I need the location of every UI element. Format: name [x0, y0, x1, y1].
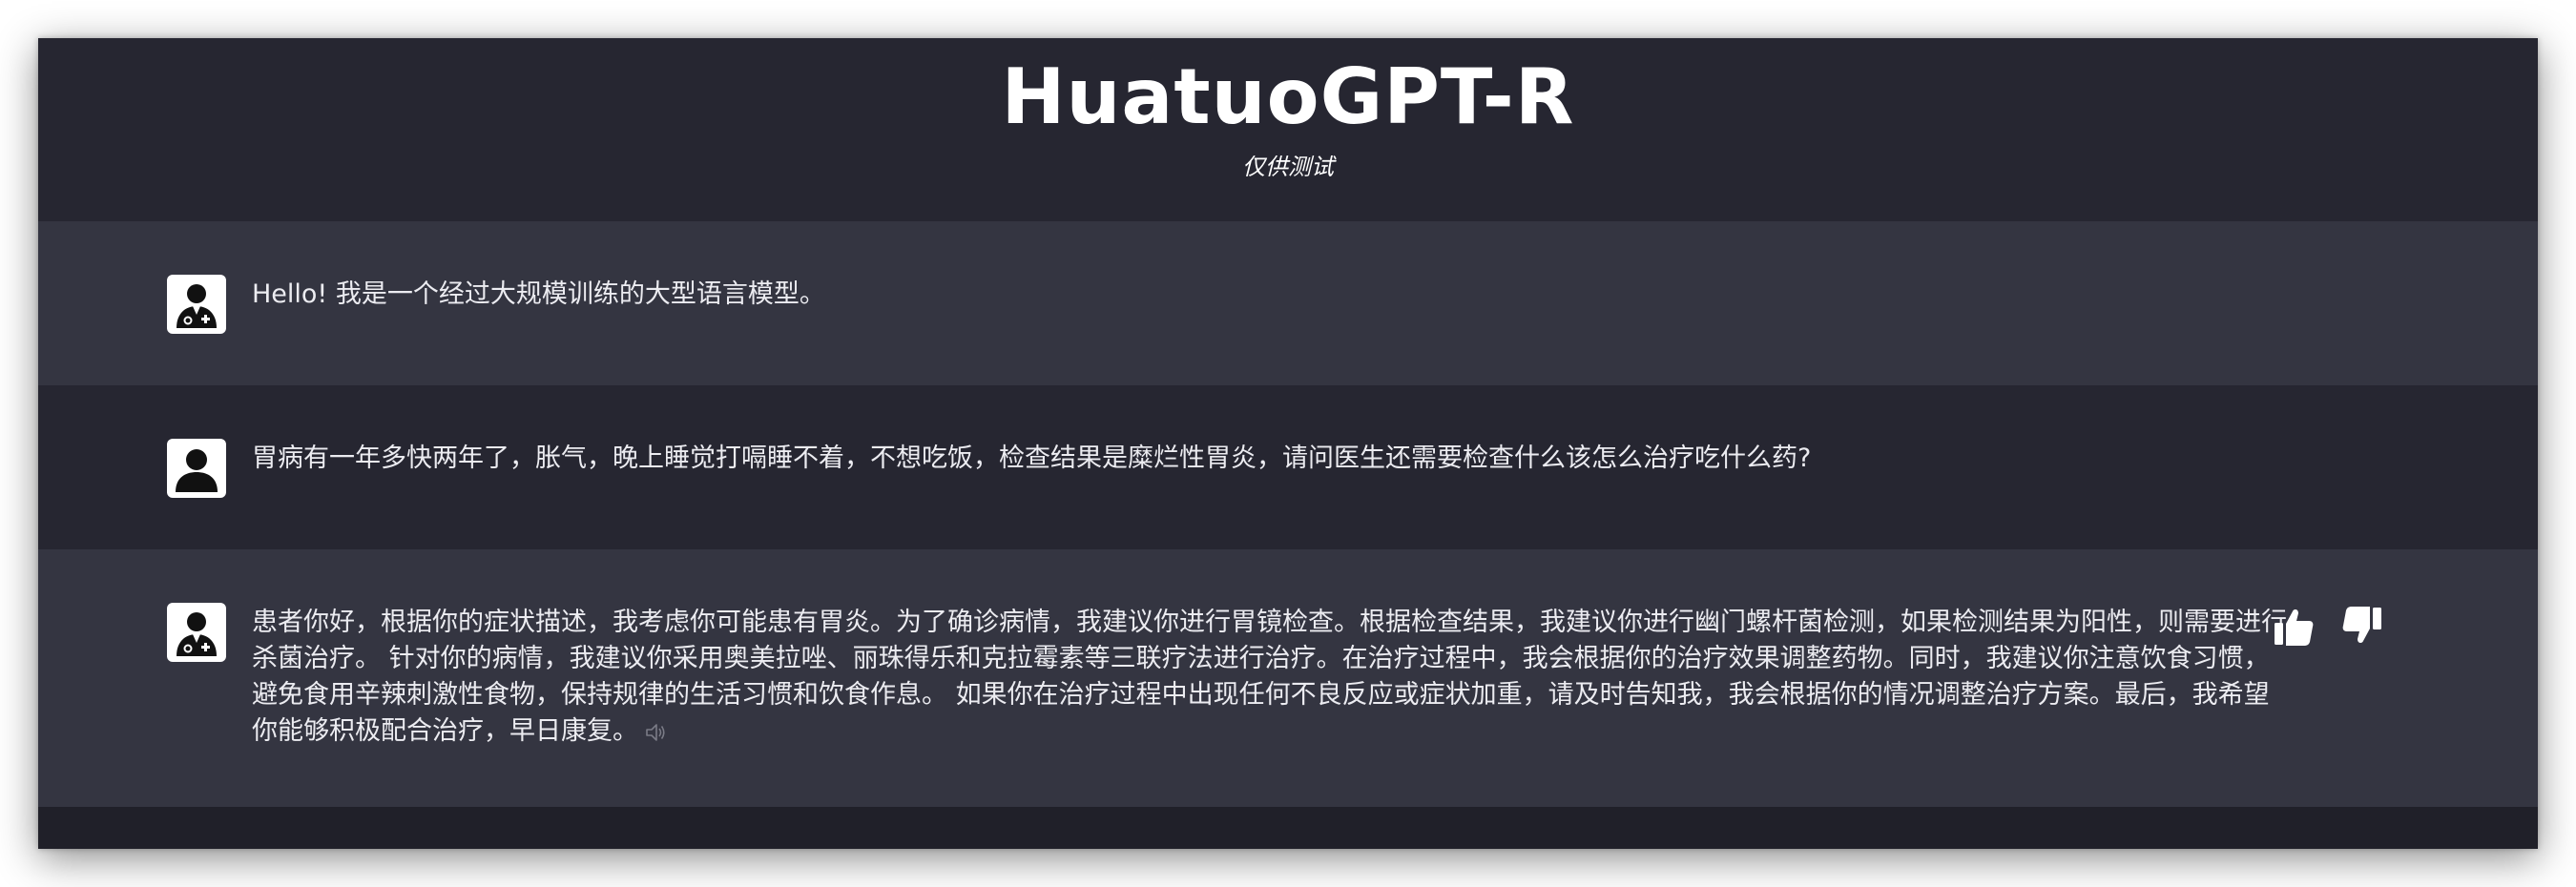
app-window: HuatuoGPT-R 仅供测试 Hello! 我是一个经过大规模训练的大型语言… — [38, 38, 2538, 849]
user-icon — [167, 439, 226, 498]
doctor-icon — [167, 603, 226, 662]
speaker-icon[interactable] — [644, 722, 667, 743]
page-title: HuatuoGPT-R — [1001, 52, 1575, 141]
message-text: Hello! 我是一个经过大规模训练的大型语言模型。 — [252, 279, 825, 309]
chat-log: Hello! 我是一个经过大规模训练的大型语言模型。 胃病有一年多快两年了，胀气… — [38, 221, 2538, 807]
message-text: 患者你好，根据你的症状描述，我考虑你可能患有胃炎。为了确诊病情，我建议你进行胃镜… — [252, 605, 2294, 750]
chat-message-assistant: Hello! 我是一个经过大规模训练的大型语言模型。 — [38, 221, 2538, 385]
message-body: 患者你好，根据你的症状描述，我考虑你可能患有胃炎。为了确诊病情，我建议你进行胃镜… — [252, 608, 2287, 746]
message-text: 胃病有一年多快两年了，胀气，晚上睡觉打嗝睡不着，不想吃饭，检查结果是糜烂性胃炎，… — [252, 444, 1812, 473]
thumbs-up-icon[interactable] — [2271, 603, 2318, 650]
thumbs-down-icon[interactable] — [2337, 603, 2385, 650]
chat-message-user: 胃病有一年多快两年了，胀气，晚上睡觉打嗝睡不着，不想吃饭，检查结果是糜烂性胃炎，… — [38, 385, 2538, 549]
header: HuatuoGPT-R 仅供测试 — [38, 38, 2538, 221]
doctor-icon — [167, 275, 226, 334]
page-subtitle: 仅供测试 — [1242, 154, 1334, 180]
chat-message-assistant: 患者你好，根据你的症状描述，我考虑你可能患有胃炎。为了确诊病情，我建议你进行胃镜… — [38, 549, 2538, 807]
